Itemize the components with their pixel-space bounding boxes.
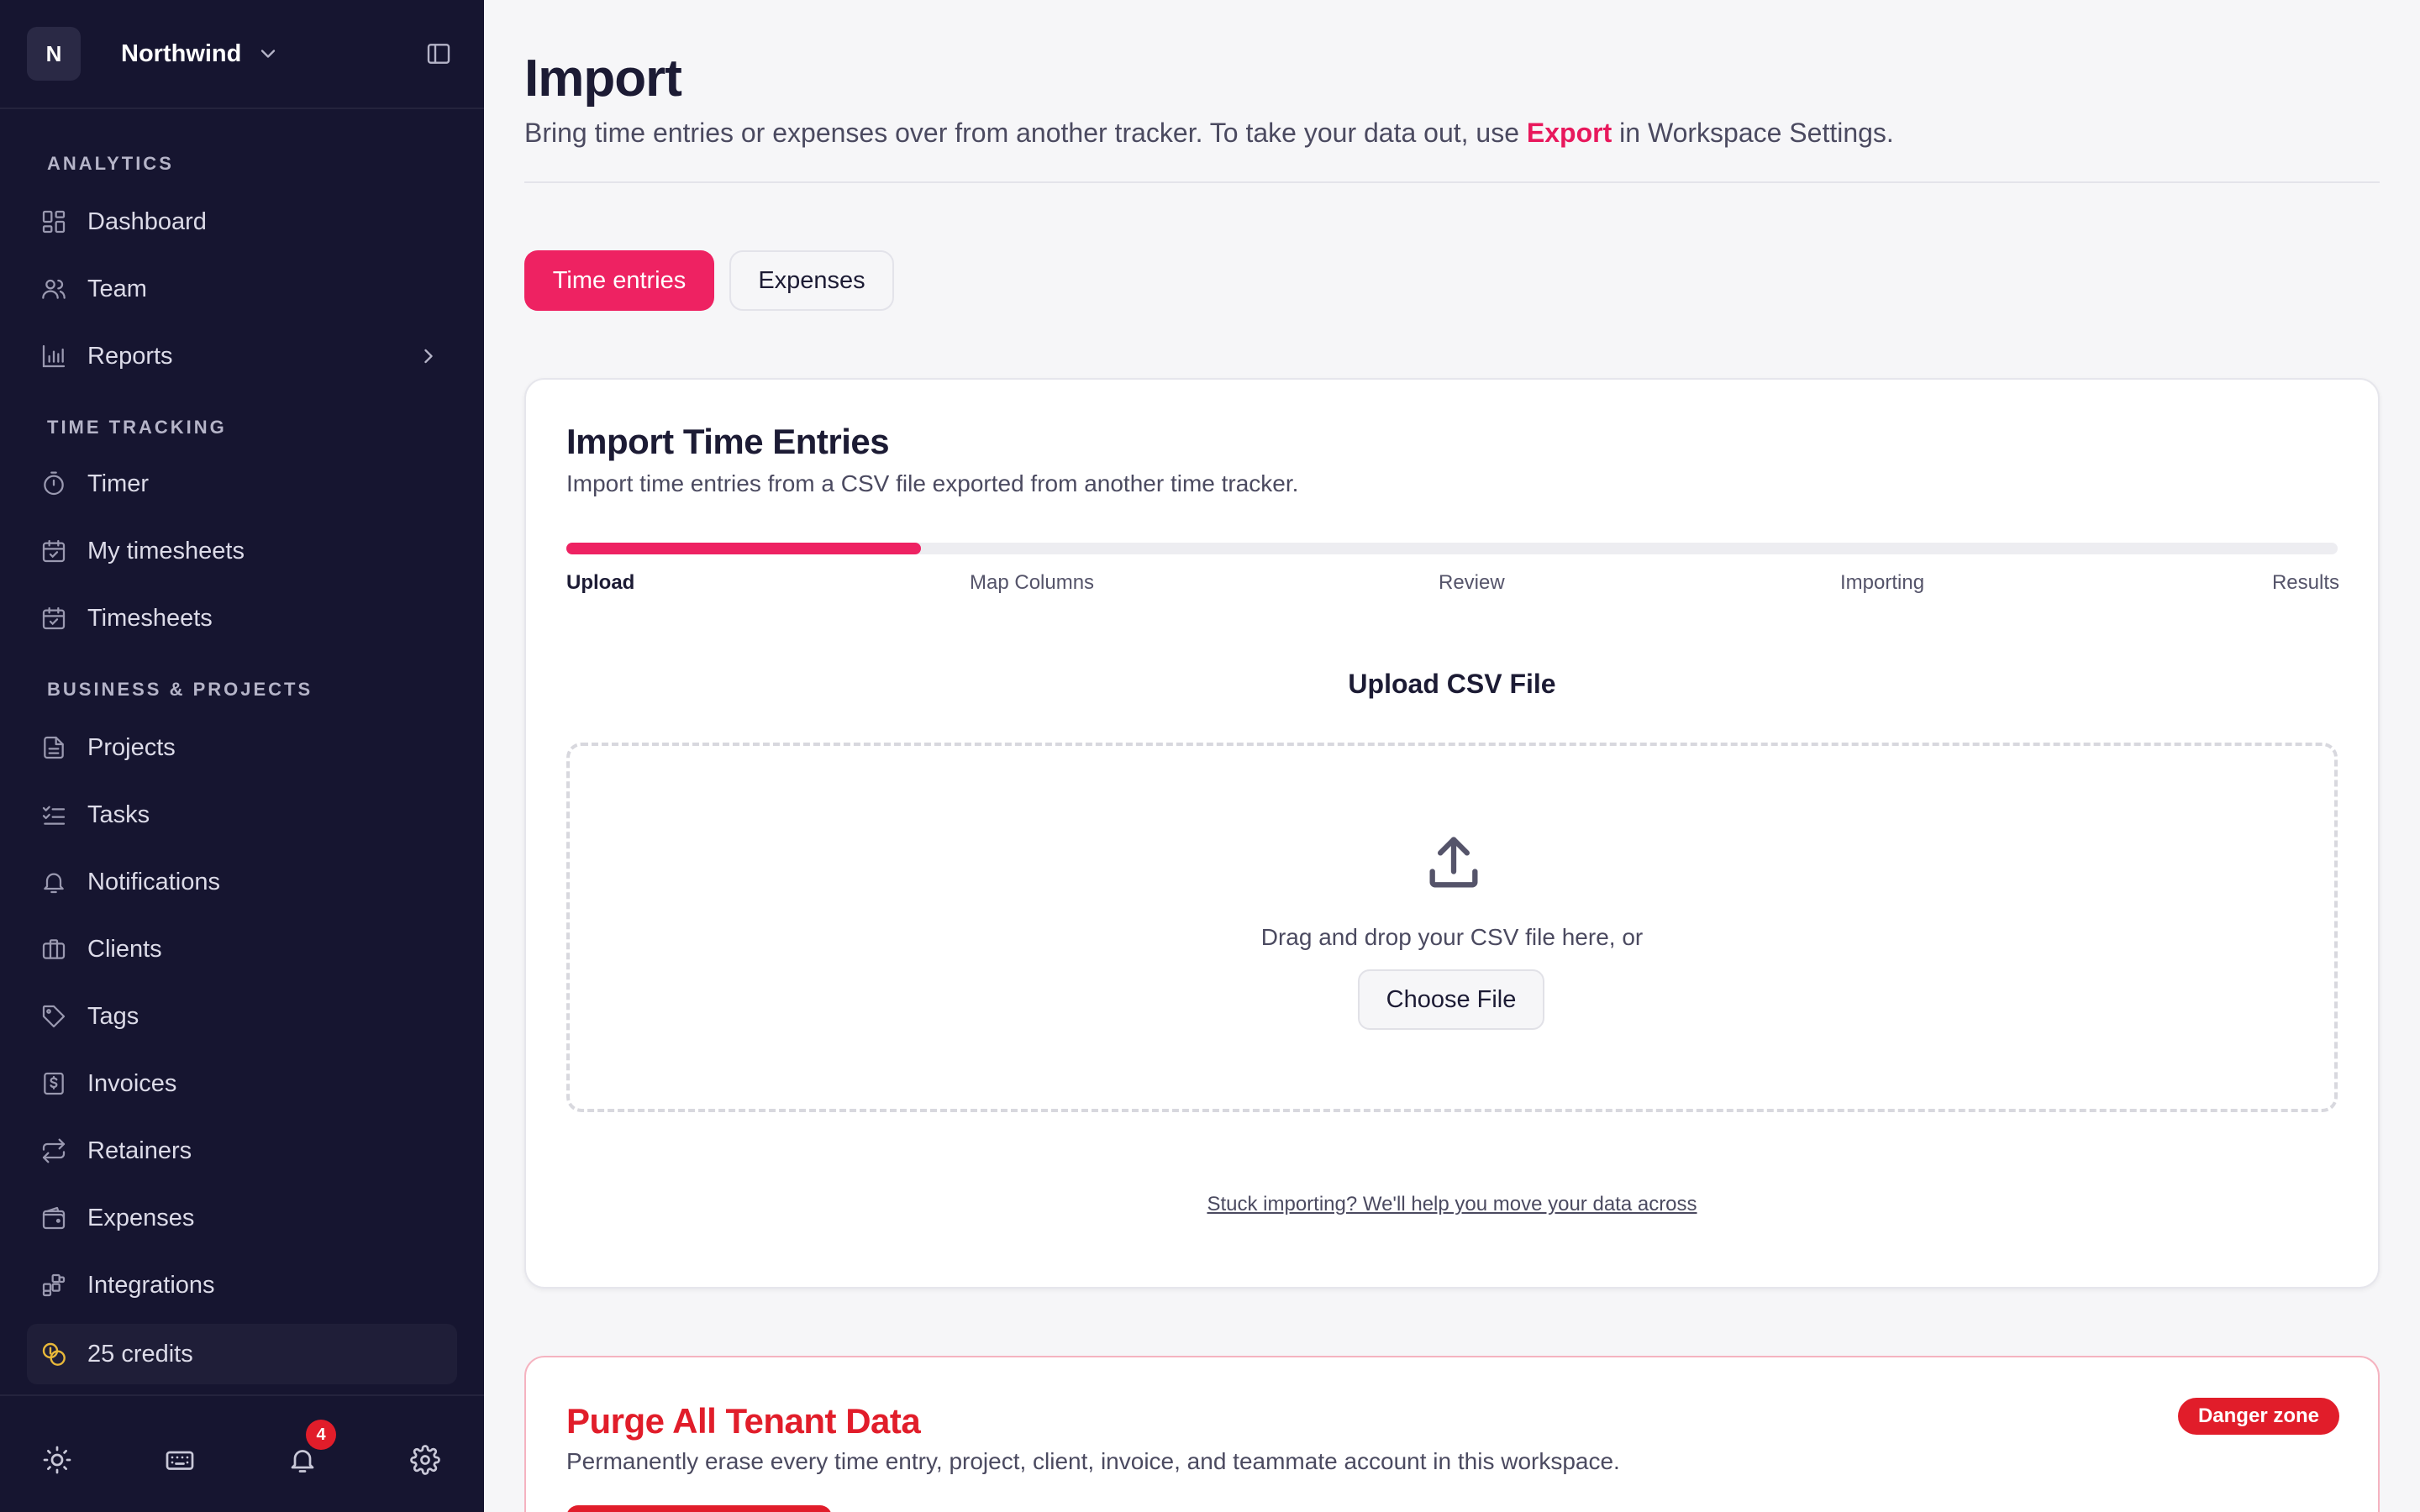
sidebar-item-label: Timesheets — [87, 604, 213, 632]
sun-icon[interactable] — [42, 1445, 72, 1475]
sidebar: N Northwind ANALYTICS Dashboard Team Rep… — [0, 0, 484, 1512]
sidebar-item-my-timesheets[interactable]: My timesheets — [27, 524, 457, 578]
sidebar-item-expenses[interactable]: Expenses — [27, 1191, 457, 1245]
calendar-check-icon — [42, 606, 66, 630]
sidebar-item-label: Timer — [87, 470, 150, 497]
upload-title: Upload CSV File — [1348, 669, 1556, 699]
sidebar-item-label: Retainers — [87, 1137, 192, 1164]
step-map-columns: Map Columns — [970, 571, 1095, 594]
gear-icon[interactable] — [410, 1445, 440, 1475]
import-progress-bar — [566, 543, 2338, 554]
page-title: Import — [524, 50, 682, 108]
sidebar-toggle-icon[interactable] — [424, 40, 454, 67]
sidebar-item-notifications[interactable]: Notifications — [27, 855, 457, 909]
sidebar-item-projects[interactable]: Projects — [27, 721, 457, 774]
stopwatch-icon — [44, 471, 64, 496]
notification-count-badge: 4 — [306, 1420, 336, 1450]
sidebar-item-label: Tasks — [87, 801, 150, 828]
import-help-link[interactable]: Stuck importing? We'll help you move you… — [1207, 1193, 1697, 1215]
sidebar-item-label: Clients — [87, 935, 162, 963]
tag-icon — [42, 1005, 66, 1028]
sidebar-item-label: Expenses — [87, 1204, 195, 1231]
step-importing: Importing — [1840, 571, 1925, 594]
danger-zone-card: Purge All Tenant Data Danger zone Perman… — [524, 1356, 2380, 1512]
danger-zone-badge: Danger zone — [2177, 1398, 2339, 1435]
sidebar-item-label: Projects — [87, 733, 176, 761]
keyboard-icon[interactable] — [165, 1445, 195, 1475]
upload-icon — [1429, 837, 1478, 888]
dropzone-text: Drag and drop your CSV file here, or — [1260, 924, 1644, 950]
tab-expenses[interactable]: Expenses — [729, 250, 894, 311]
danger-description: Permanently erase every time entry, proj… — [566, 1448, 1620, 1474]
document-icon — [44, 736, 64, 759]
sidebar-item-label: Integrations — [87, 1271, 215, 1299]
card-description: Import time entries from a CSV file expo… — [566, 470, 1299, 496]
integrations-icon — [42, 1273, 66, 1297]
help-link-wrapper: Stuck importing? We'll help you move you… — [526, 1193, 2378, 1216]
sidebar-item-tasks[interactable]: Tasks — [27, 788, 457, 842]
bar-chart-icon — [42, 344, 66, 368]
dashboard-icon — [42, 210, 66, 234]
tab-time-entries[interactable]: Time entries — [524, 250, 714, 311]
export-link[interactable]: Export — [1527, 118, 1612, 148]
import-progress-fill — [566, 543, 921, 554]
header-divider — [524, 181, 2380, 183]
sidebar-item-timer[interactable]: Timer — [27, 457, 457, 511]
danger-title: Purge All Tenant Data — [566, 1401, 921, 1441]
workspace-avatar: N — [27, 27, 81, 81]
sidebar-item-label: Invoices — [87, 1069, 177, 1097]
page-description: Bring time entries or expenses over from… — [524, 118, 1894, 149]
sidebar-footer — [0, 1394, 484, 1512]
import-card: Import Time Entries Import time entries … — [524, 378, 2380, 1289]
checklist-icon — [42, 806, 66, 825]
calendar-check-icon — [42, 539, 66, 563]
sidebar-item-clients[interactable]: Clients — [27, 922, 457, 976]
step-review: Review — [1439, 571, 1505, 594]
page-description-text: in Workspace Settings. — [1612, 118, 1894, 148]
sidebar-item-dashboard[interactable]: Dashboard — [27, 195, 457, 249]
sidebar-item-label: Notifications — [87, 868, 220, 895]
briefcase-icon — [42, 939, 66, 959]
main-content: Import Bring time entries or expenses ov… — [484, 0, 2420, 1512]
credits-balance[interactable]: 25 credits — [27, 1324, 457, 1384]
workspace-name: Northwind — [121, 39, 242, 67]
sidebar-item-label: Dashboard — [87, 207, 207, 235]
page-description-text: Bring time entries or expenses over from… — [524, 118, 1527, 148]
repeat-icon — [42, 1138, 66, 1163]
sidebar-item-label: My timesheets — [87, 537, 245, 564]
sidebar-item-label: Team — [87, 275, 147, 302]
bell-icon[interactable] — [287, 1445, 318, 1475]
users-icon — [42, 279, 66, 299]
section-label-business: BUSINESS & PROJECTS — [47, 679, 313, 700]
sidebar-item-integrations[interactable]: Integrations — [27, 1258, 457, 1312]
sidebar-item-label: Tags — [87, 1002, 139, 1030]
chevron-right-icon — [424, 349, 433, 364]
choose-file-button[interactable]: Choose File — [1358, 969, 1544, 1030]
section-label-analytics: ANALYTICS — [47, 153, 174, 174]
sidebar-item-label: Reports — [87, 342, 173, 370]
sidebar-divider — [0, 108, 484, 109]
step-results: Results — [2271, 571, 2339, 594]
chevron-down-icon — [261, 50, 276, 58]
bell-icon — [44, 873, 64, 894]
credits-label: 25 credits — [87, 1340, 193, 1368]
sidebar-item-retainers[interactable]: Retainers — [27, 1124, 457, 1178]
sidebar-item-team[interactable]: Team — [27, 262, 457, 316]
sidebar-item-invoices[interactable]: Invoices — [27, 1057, 457, 1110]
invoice-dollar-icon — [44, 1072, 64, 1095]
coins-icon — [42, 1342, 66, 1366]
card-title: Import Time Entries — [566, 422, 890, 461]
sidebar-item-timesheets[interactable]: Timesheets — [27, 591, 457, 645]
sidebar-item-reports[interactable]: Reports — [27, 329, 457, 383]
csv-dropzone[interactable]: Drag and drop your CSV file here, or Cho… — [566, 743, 2338, 1112]
sidebar-item-tags[interactable]: Tags — [27, 990, 457, 1043]
workspace-switcher[interactable]: N Northwind — [27, 27, 457, 81]
step-upload: Upload — [566, 571, 635, 594]
wallet-icon — [42, 1206, 66, 1230]
section-label-time-tracking: TIME TRACKING — [47, 417, 227, 438]
purge-button[interactable] — [566, 1505, 832, 1512]
